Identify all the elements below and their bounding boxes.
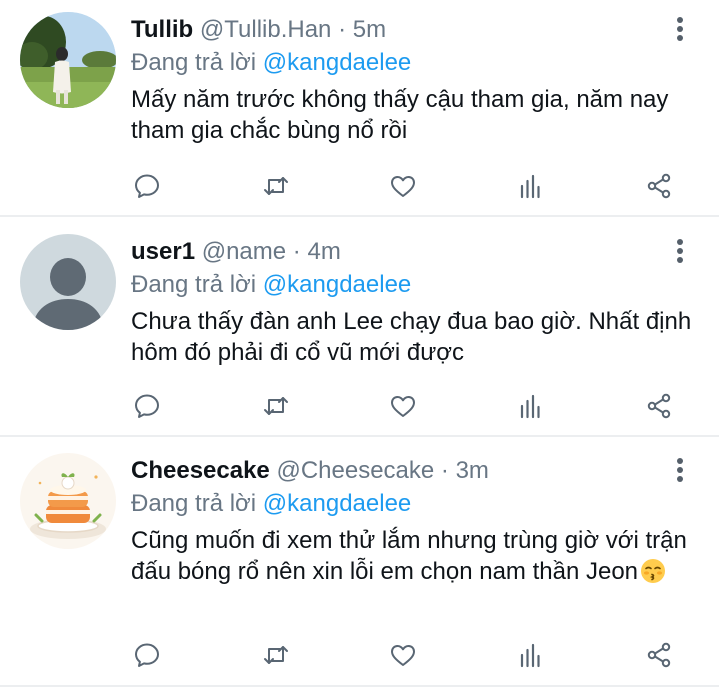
reply-context: Đang trả lời @kangdaelee: [131, 486, 411, 522]
author-handle[interactable]: @Cheesecake: [276, 457, 434, 484]
retweet-button[interactable]: [256, 386, 296, 426]
more-options-button[interactable]: [667, 234, 693, 268]
reply-icon: [135, 174, 159, 198]
reply-button[interactable]: [127, 166, 167, 206]
more-vertical-icon: [677, 458, 683, 482]
analytics-button[interactable]: [511, 386, 551, 426]
tweet-1[interactable]: Tullib @Tullib.Han · 5m Đang trả lời @ka…: [0, 0, 719, 216]
divider: [0, 435, 719, 437]
tweet-text: Chưa thấy đàn anh Lee chạy đua bao giờ. …: [131, 308, 692, 366]
author-name[interactable]: Tullib: [131, 16, 193, 43]
tweet-actions: [0, 166, 719, 206]
analytics-icon: [520, 643, 540, 668]
like-icon: [391, 176, 415, 197]
reply-context: Đang trả lời @kangdaelee: [131, 45, 411, 81]
timestamp[interactable]: 4m: [307, 238, 340, 265]
more-options-button[interactable]: [667, 12, 693, 46]
tweet-2[interactable]: user1 @name · 4m Đang trả lời @kangdaele…: [0, 222, 719, 436]
default-avatar-icon: [20, 234, 116, 330]
tweet-header: Cheesecake @Cheesecake · 3m: [131, 453, 489, 489]
reply-icon: [135, 394, 159, 418]
share-button[interactable]: [639, 166, 679, 206]
analytics-icon: [520, 174, 540, 199]
divider: [0, 685, 719, 687]
avatar-photo-icon: [20, 12, 116, 108]
avatar[interactable]: [20, 234, 116, 330]
retweet-icon: [264, 397, 288, 415]
tweet-text: Cũng muốn đi xem thử lắm nhưng trùng giờ…: [131, 525, 701, 587]
separator-dot: ·: [292, 238, 301, 265]
reply-prefix: Đang trả lời: [131, 49, 257, 76]
author-handle[interactable]: @Tullib.Han: [200, 16, 332, 43]
author-name[interactable]: user1: [131, 238, 195, 265]
reply-prefix: Đang trả lời: [131, 490, 257, 517]
separator-dot: ·: [440, 457, 449, 484]
separator-dot: ·: [338, 16, 347, 43]
share-icon: [647, 393, 671, 419]
share-button[interactable]: [639, 635, 679, 675]
avatar[interactable]: [20, 12, 116, 108]
like-button[interactable]: [383, 386, 423, 426]
retweet-button[interactable]: [256, 635, 296, 675]
more-vertical-icon: [677, 17, 683, 41]
tweet-actions: [0, 386, 719, 426]
share-icon: [647, 642, 671, 668]
tweet-text: Mấy năm trước không thấy cậu tham gia, n…: [131, 86, 669, 144]
tweet-actions: [0, 635, 719, 675]
share-icon: [647, 173, 671, 199]
like-icon: [391, 645, 415, 666]
analytics-button[interactable]: [511, 635, 551, 675]
like-icon: [391, 396, 415, 417]
reply-button[interactable]: [127, 635, 167, 675]
reply-mention-link[interactable]: @kangdaelee: [263, 271, 411, 298]
timestamp[interactable]: 3m: [456, 457, 489, 484]
retweet-button[interactable]: [256, 166, 296, 206]
kissing-face-emoji-icon: [641, 559, 666, 583]
analytics-icon: [520, 394, 540, 419]
reply-prefix: Đang trả lời: [131, 271, 257, 298]
retweet-icon: [264, 177, 288, 195]
author-handle[interactable]: @name: [202, 238, 286, 265]
reply-feed: Tullib @Tullib.Han · 5m Đang trả lời @ka…: [0, 0, 719, 688]
reply-icon: [135, 643, 159, 667]
reply-button[interactable]: [127, 386, 167, 426]
like-button[interactable]: [383, 166, 423, 206]
tweet-header: user1 @name · 4m: [131, 234, 341, 270]
retweet-icon: [264, 646, 288, 664]
tweet-text-content: Cũng muốn đi xem thử lắm nhưng trùng giờ…: [131, 527, 687, 585]
divider: [0, 215, 719, 217]
avatar[interactable]: [20, 453, 116, 549]
analytics-button[interactable]: [511, 166, 551, 206]
more-vertical-icon: [677, 239, 683, 263]
reply-context: Đang trả lời @kangdaelee: [131, 267, 411, 303]
cake-avatar-icon: [20, 453, 116, 549]
reply-mention-link[interactable]: @kangdaelee: [263, 490, 411, 517]
reply-mention-link[interactable]: @kangdaelee: [263, 49, 411, 76]
more-options-button[interactable]: [667, 453, 693, 487]
share-button[interactable]: [639, 386, 679, 426]
like-button[interactable]: [383, 635, 423, 675]
timestamp[interactable]: 5m: [353, 16, 386, 43]
tweet-3[interactable]: Cheesecake @Cheesecake · 3m Đang trả lời…: [0, 441, 719, 688]
tweet-header: Tullib @Tullib.Han · 5m: [131, 12, 386, 48]
author-name[interactable]: Cheesecake: [131, 457, 270, 484]
